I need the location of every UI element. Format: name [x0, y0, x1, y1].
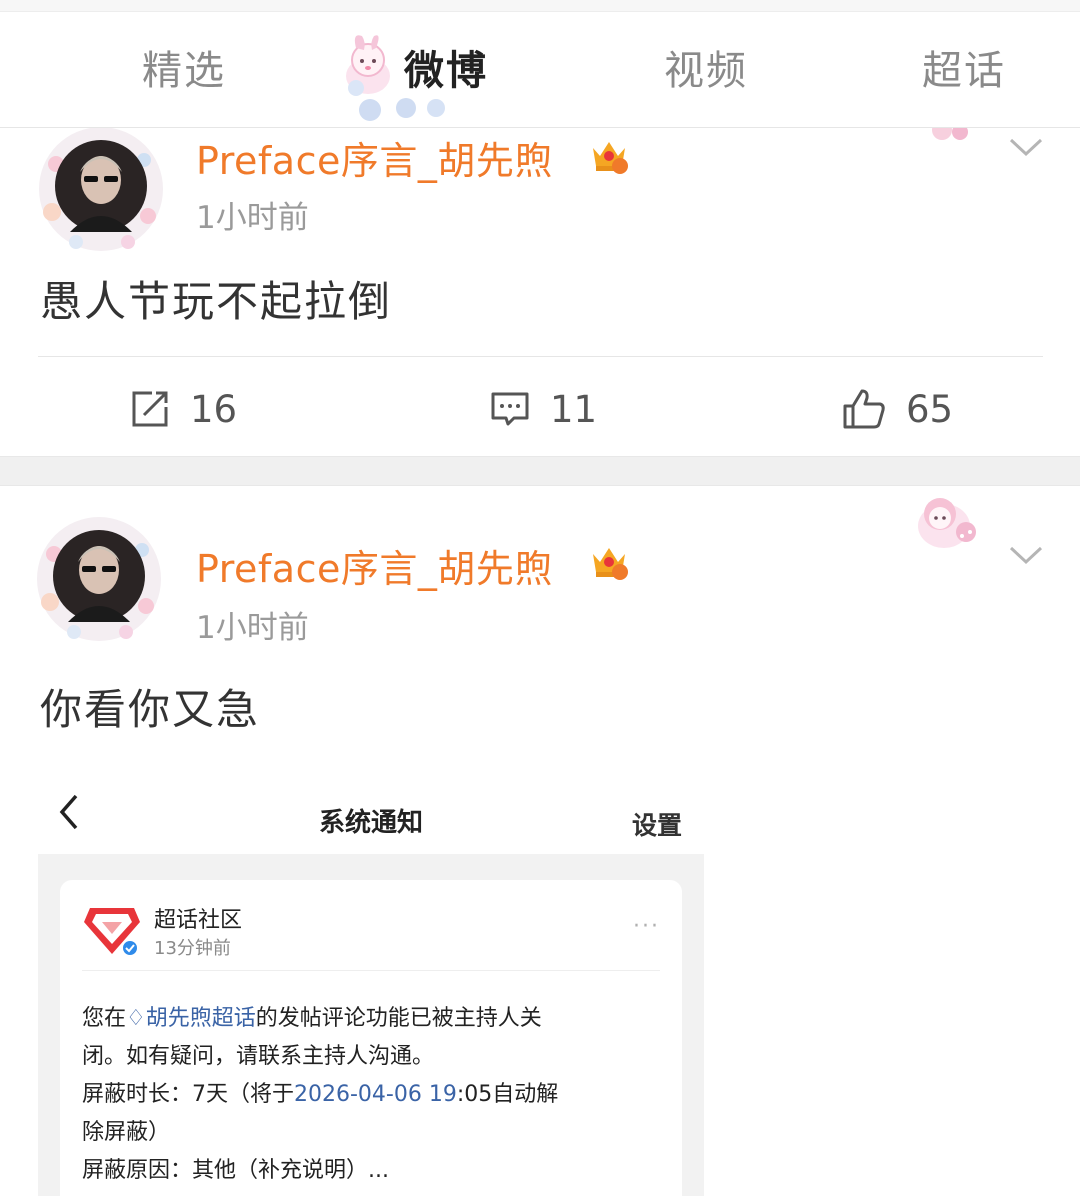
avatar[interactable]	[36, 124, 166, 254]
post-image[interactable]: 系统通知 设置 超话社区 13分钟前 ··· 您在♢胡先煦超话的发帖评论功能已被…	[38, 762, 704, 1196]
post-text: 愚人节玩不起拉倒	[40, 277, 393, 326]
notification-card: 超话社区 13分钟前 ··· 您在♢胡先煦超话的发帖评论功能已被主持人关 闭。如…	[60, 880, 682, 1196]
embed-title: 系统通知	[318, 808, 423, 838]
tab-indicator-flowers	[359, 98, 445, 121]
status-strip	[0, 0, 1080, 12]
tab-weibo[interactable]: 微博	[404, 38, 488, 96]
share-icon	[132, 391, 168, 427]
notice-text: 您在	[82, 1006, 127, 1031]
action-divider	[38, 356, 1043, 357]
username[interactable]: Preface序言_胡先煦	[196, 538, 553, 593]
post-time: 1小时前	[196, 610, 309, 646]
notice-text: 屏蔽原因：其他（补充说明）...	[82, 1158, 389, 1183]
post-text: 你看你又急	[40, 685, 261, 734]
repost-count: 16	[190, 387, 238, 431]
like-count: 65	[906, 387, 954, 431]
supertopic-link: 胡先煦超话	[145, 1006, 256, 1031]
supertopic-diamond-icon	[84, 908, 140, 957]
tab-featured[interactable]: 精选	[142, 38, 226, 96]
notice-divider	[82, 970, 660, 971]
tab-video[interactable]: 视频	[664, 38, 748, 96]
crown-badge-icon	[593, 142, 628, 174]
notice-body: 您在♢胡先煦超话的发帖评论功能已被主持人关 闭。如有疑问，请联系主持人沟通。 屏…	[82, 1000, 662, 1190]
repost-button[interactable]: 16	[130, 384, 237, 434]
embed-settings: 设置	[631, 811, 682, 840]
notice-time: 13分钟前	[154, 938, 231, 959]
notice-text: 屏蔽时长：7天（将于	[82, 1082, 294, 1107]
crown-badge-icon	[593, 548, 628, 580]
notice-sender: 超话社区	[154, 908, 243, 933]
card-decoration-sticker	[932, 124, 968, 140]
post-time: 1小时前	[196, 200, 309, 236]
mascot-sticker-icon	[346, 35, 390, 96]
like-button[interactable]: 65	[842, 384, 953, 434]
notice-text: 的发帖评论功能已被主持人关	[255, 1006, 542, 1031]
thumbs-up-icon	[843, 389, 885, 429]
embed-header: 系统通知 设置	[38, 762, 704, 854]
comment-icon	[491, 392, 529, 426]
feed-separator	[0, 456, 1080, 486]
chevron-down-icon[interactable]	[1008, 544, 1044, 566]
notice-text: 闭。如有疑问，请联系主持人沟通。	[82, 1044, 435, 1069]
chevron-down-icon[interactable]	[1008, 136, 1044, 158]
top-tab-bar: 精选 微博 视频 超话	[0, 0, 1080, 128]
comment-count: 11	[550, 387, 598, 431]
comment-button[interactable]: 11	[490, 384, 597, 434]
card-decoration-sticker	[918, 498, 976, 548]
avatar[interactable]	[34, 514, 164, 644]
notice-text: 除屏蔽）	[82, 1120, 171, 1145]
notice-text: :05自动解	[456, 1082, 559, 1107]
weibo-post: Preface序言_胡先煦 1小时前 你看你又急 系统通知 设置 超话社区 13…	[0, 486, 1080, 1196]
weibo-post: Preface序言_胡先煦 1小时前 愚人节玩不起拉倒 16 11 65	[0, 124, 1080, 456]
username[interactable]: Preface序言_胡先煦	[196, 130, 553, 185]
date-link: 2026-04-06 19	[294, 1082, 457, 1107]
more-icon: ···	[633, 914, 660, 939]
gem-icon: ♢	[126, 1006, 146, 1031]
tab-supertopic[interactable]: 超话	[922, 38, 1006, 96]
